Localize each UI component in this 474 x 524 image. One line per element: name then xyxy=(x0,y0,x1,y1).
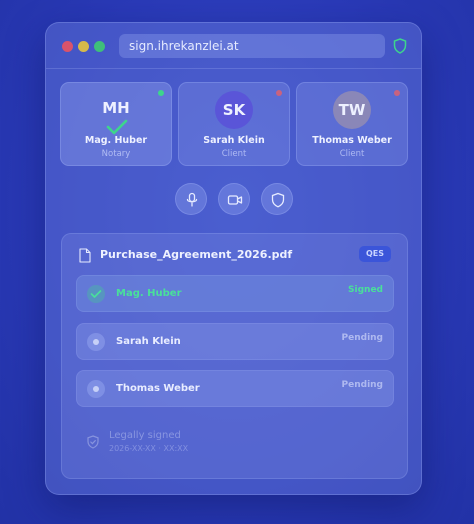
signer-name: Mag. Huber xyxy=(116,288,182,299)
signer-row: Sarah Klein Pending xyxy=(76,323,394,360)
shield-check-icon xyxy=(87,435,99,449)
pending-dot-icon xyxy=(93,386,99,392)
participant-role: Client xyxy=(339,149,365,159)
secure-shield-icon xyxy=(393,38,407,54)
close-window-button[interactable] xyxy=(62,41,73,52)
status-online-indicator xyxy=(158,90,164,96)
participant-card-sarah-klein[interactable]: SK Sarah Klein Client xyxy=(178,82,290,166)
microphone-icon xyxy=(186,192,198,207)
app-window: sign.ihrekanzlei.at MH Mag. Huber Notary… xyxy=(45,22,422,495)
microphone-button[interactable] xyxy=(175,183,207,215)
check-icon xyxy=(90,290,102,298)
participant-name: Sarah Klein xyxy=(203,135,265,146)
signer-status: Pending xyxy=(341,380,383,390)
signer-status: Pending xyxy=(341,333,383,343)
avatar: TW xyxy=(333,91,371,129)
qes-badge: QES xyxy=(358,246,391,262)
security-button[interactable] xyxy=(261,183,293,215)
title-bar: sign.ihrekanzlei.at xyxy=(46,23,421,69)
participant-name: Thomas Weber xyxy=(312,135,392,146)
signer-name: Thomas Weber xyxy=(116,383,200,394)
participant-card-mag-huber[interactable]: MH Mag. Huber Notary xyxy=(60,82,172,166)
avatar: SK xyxy=(215,91,253,129)
legal-timestamp: 2026-XX-XX · XX:XX xyxy=(109,444,189,453)
minimize-window-button[interactable] xyxy=(78,41,89,52)
signer-row: Thomas Weber Pending xyxy=(76,370,394,407)
signer-row: Mag. Huber Signed xyxy=(76,275,394,312)
pending-indicator xyxy=(87,380,105,398)
legal-status-text: Legally signed xyxy=(109,430,181,441)
address-bar[interactable]: sign.ihrekanzlei.at xyxy=(119,34,385,58)
participant-card-thomas-weber[interactable]: TW Thomas Weber Client xyxy=(296,82,408,166)
maximize-window-button[interactable] xyxy=(94,41,105,52)
signer-name: Sarah Klein xyxy=(116,336,181,347)
address-bar-url: sign.ihrekanzlei.at xyxy=(129,39,239,53)
pending-dot-icon xyxy=(93,339,99,345)
document-filename[interactable]: Purchase_Agreement_2026.pdf xyxy=(100,248,292,261)
document-panel: Purchase_Agreement_2026.pdf QES Mag. Hub… xyxy=(61,233,408,479)
file-icon xyxy=(79,248,91,263)
pending-indicator xyxy=(87,333,105,351)
participant-name: Mag. Huber xyxy=(84,135,148,146)
check-icon xyxy=(106,119,128,135)
participant-role: Client xyxy=(221,149,247,159)
signer-status: Signed xyxy=(348,285,383,295)
signed-check-badge xyxy=(87,285,105,303)
video-camera-button[interactable] xyxy=(218,183,250,215)
status-offline-indicator xyxy=(394,90,400,96)
shield-icon xyxy=(271,192,285,208)
status-offline-indicator xyxy=(276,90,282,96)
video-camera-icon xyxy=(227,195,243,205)
participant-role: Notary xyxy=(101,149,131,159)
